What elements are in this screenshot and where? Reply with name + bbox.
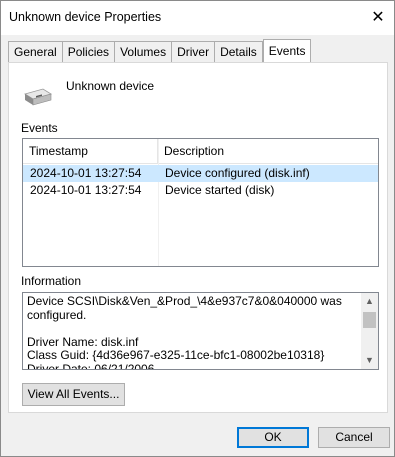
events-list-header: Timestamp Description (23, 139, 378, 164)
column-header-description[interactable]: Description (158, 139, 378, 164)
tab-bar: General Policies Volumes Driver Details … (8, 39, 312, 62)
ok-button[interactable]: OK (237, 427, 309, 448)
column-divider (158, 139, 159, 266)
window-title: Unknown device Properties (9, 10, 162, 24)
scroll-down-arrow-icon[interactable]: ▼ (361, 352, 378, 369)
device-name: Unknown device (66, 79, 155, 93)
cancel-button[interactable]: Cancel (318, 427, 390, 448)
information-scrollbar[interactable]: ▲ ▼ (361, 293, 378, 369)
events-section-label: Events (21, 121, 58, 135)
close-button[interactable]: ✕ (362, 1, 394, 33)
tab-general[interactable]: General (8, 41, 63, 62)
scroll-up-arrow-icon[interactable]: ▲ (361, 293, 378, 310)
event-row[interactable]: 2024-10-01 13:27:54 Device configured (d… (23, 165, 378, 182)
event-description: Device configured (disk.inf) (165, 166, 310, 180)
column-header-timestamp[interactable]: Timestamp (23, 139, 158, 164)
events-tab-panel: Unknown device Events Timestamp Descript… (8, 62, 388, 413)
tab-events[interactable]: Events (262, 39, 312, 62)
event-description: Device started (disk) (165, 183, 275, 197)
information-section-label: Information (21, 274, 82, 288)
events-list[interactable]: Timestamp Description 2024-10-01 13:27:5… (22, 138, 379, 267)
tab-policies[interactable]: Policies (62, 41, 116, 62)
event-timestamp: 2024-10-01 13:27:54 (30, 183, 142, 197)
event-row[interactable]: 2024-10-01 13:27:54 Device started (disk… (23, 182, 378, 199)
title-bar: Unknown device Properties ✕ (1, 1, 394, 35)
disk-drive-icon (24, 88, 52, 106)
information-text: Device SCSI\Disk&Ven_&Prod_\4&e937c7&0&0… (27, 294, 342, 370)
close-icon: ✕ (371, 9, 385, 26)
scroll-thumb[interactable] (363, 312, 376, 328)
properties-dialog: Unknown device Properties ✕ General Poli… (0, 0, 395, 457)
events-rows: 2024-10-01 13:27:54 Device configured (d… (23, 165, 378, 199)
tab-details[interactable]: Details (215, 41, 263, 62)
information-textbox[interactable]: Device SCSI\Disk&Ven_&Prod_\4&e937c7&0&0… (22, 292, 379, 370)
view-all-events-button[interactable]: View All Events... (22, 383, 125, 406)
event-timestamp: 2024-10-01 13:27:54 (30, 166, 142, 180)
tab-driver[interactable]: Driver (172, 41, 216, 62)
tab-volumes[interactable]: Volumes (115, 41, 173, 62)
